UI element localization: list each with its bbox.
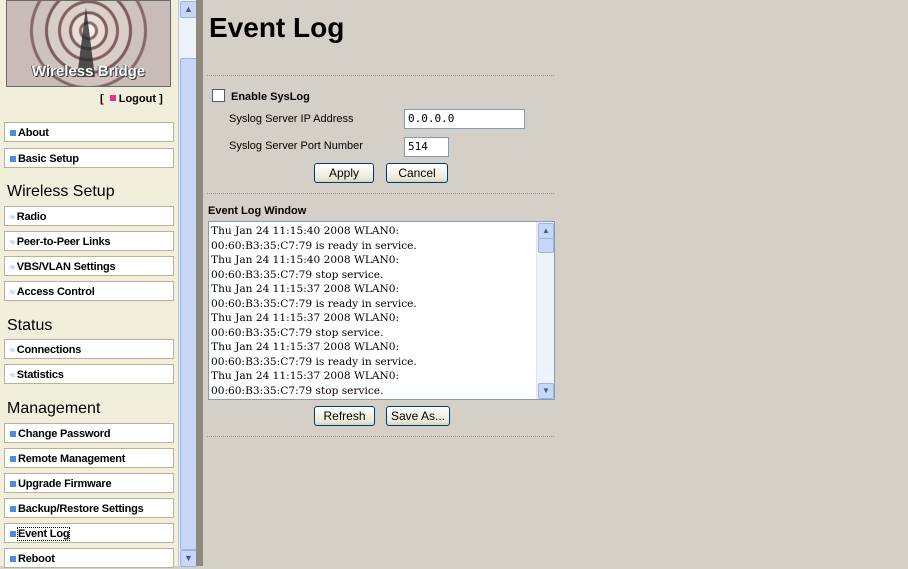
sidebar-item-label: Reboot [18, 553, 55, 565]
scroll-down-arrow-icon[interactable]: ▼ [538, 383, 554, 399]
wireless-signal-icon: ≈ [10, 237, 15, 247]
wireless-signal-icon: ≈ [10, 287, 15, 297]
wireless-signal-icon: ≈ [10, 345, 15, 355]
divider [207, 436, 554, 437]
logout-bullet-icon [109, 95, 116, 101]
logout-bracket-close: ] [159, 93, 163, 105]
event-log-line: Thu Jan 24 11:15:37 2008 WLAN0: [211, 341, 400, 353]
logout-label[interactable]: Logout [119, 93, 156, 105]
frame-divider[interactable] [196, 0, 203, 566]
event-log-line: Thu Jan 24 11:15:40 2008 WLAN0: [211, 225, 400, 237]
sidebar-item-access-control[interactable]: ≈ Access Control [4, 281, 174, 301]
divider [207, 75, 554, 76]
syslog-port-input[interactable]: 514 [404, 137, 449, 157]
event-log-scroll-thumb[interactable] [538, 238, 554, 253]
sidebar-item-about[interactable]: About [4, 122, 174, 142]
sidebar-item-basic-setup[interactable]: Basic Setup [4, 148, 174, 168]
sidebar-item-label: Change Password [18, 428, 111, 440]
wireless-signal-icon: ≈ [10, 370, 15, 380]
wireless-bridge-logo: Wireless Bridge [6, 0, 171, 87]
syslog-ip-label: Syslog Server IP Address [229, 113, 354, 125]
sidebar-item-event-log[interactable]: Event Log [4, 523, 174, 543]
square-bullet-icon [10, 456, 16, 462]
sidebar-item-backup-restore-settings[interactable]: Backup/Restore Settings [4, 498, 174, 518]
square-bullet-icon [10, 556, 16, 562]
enable-syslog-row: Enable SysLog [212, 89, 310, 103]
sidebar-scroll-thumb[interactable] [180, 58, 197, 550]
divider [207, 193, 554, 194]
event-log-line: 00:60:B3:35:C7:79 is ready in service. [211, 355, 417, 368]
sidebar-item-label: Connections [16, 344, 82, 356]
sidebar-item-reboot[interactable]: Reboot [4, 548, 174, 568]
sidebar-item-label: Remote Management [18, 453, 126, 465]
sidebar-item-label: Radio [16, 211, 47, 223]
page-title: Event Log [209, 12, 345, 43]
event-log-line: 00:60:B3:35:C7:79 stop service. [211, 384, 384, 397]
logout-link[interactable]: [ Logout ] [100, 93, 163, 105]
logout-bracket-open: [ [100, 93, 104, 105]
wireless-signal-icon: ≈ [10, 262, 15, 272]
sidebar-item-label: VBS/VLAN Settings [16, 261, 116, 273]
event-log-line: Thu Jan 24 11:15:37 2008 WLAN0: [211, 312, 400, 324]
sidebar-item-label: Backup/Restore Settings [18, 503, 144, 515]
event-log-line: Thu Jan 24 11:15:37 2008 WLAN0: [211, 283, 400, 295]
square-bullet-icon [10, 156, 16, 162]
square-bullet-icon [10, 481, 16, 487]
square-bullet-icon [10, 531, 16, 537]
event-log-line: Thu Jan 24 11:15:40 2008 WLAN0: [211, 254, 400, 266]
section-title-management: Management [7, 400, 101, 417]
sidebar-item-label: Upgrade Firmware [18, 478, 112, 490]
sidebar-item-radio[interactable]: ≈ Radio [4, 206, 174, 226]
section-title-status: Status [7, 317, 53, 334]
sidebar-item-upgrade-firmware[interactable]: Upgrade Firmware [4, 473, 174, 493]
sidebar-scrollbar[interactable]: ▲ ▼ [178, 0, 197, 567]
sidebar-item-label: Peer-to-Peer Links [16, 236, 111, 248]
sidebar-item-vbs-vlan-settings[interactable]: ≈ VBS/VLAN Settings [4, 256, 174, 276]
event-log-line: 00:60:B3:35:C7:79 is ready in service. [211, 239, 417, 252]
event-log-window-title: Event Log Window [208, 205, 307, 217]
event-log-line: 00:60:B3:35:C7:79 stop service. [211, 326, 384, 339]
scroll-up-arrow-icon[interactable]: ▲ [538, 223, 554, 239]
sidebar-item-statistics[interactable]: ≈ Statistics [4, 364, 174, 384]
sidebar-item-label: Basic Setup [18, 153, 79, 165]
refresh-button[interactable]: Refresh [314, 406, 375, 426]
save-as-button[interactable]: Save As... [386, 406, 450, 426]
scroll-down-arrow-icon[interactable]: ▼ [180, 550, 197, 567]
sidebar-item-connections[interactable]: ≈ Connections [4, 339, 174, 359]
square-bullet-icon [10, 431, 16, 437]
event-log-text: Thu Jan 24 11:15:40 2008 WLAN0: 00:60:B3:… [211, 224, 536, 398]
sidebar: Wireless Bridge [ Logout ] About Basic S… [0, 0, 179, 568]
enable-syslog-checkbox[interactable] [212, 89, 225, 102]
syslog-port-label: Syslog Server Port Number [229, 140, 363, 152]
event-log-line: 00:60:B3:35:C7:79 stop service. [211, 268, 384, 281]
sidebar-item-change-password[interactable]: Change Password [4, 423, 174, 443]
sidebar-item-label: Access Control [16, 286, 95, 298]
cancel-button[interactable]: Cancel [386, 163, 448, 183]
sidebar-item-peer-to-peer-links[interactable]: ≈ Peer-to-Peer Links [4, 231, 174, 251]
event-log-line: Thu Jan 24 11:15:37 2008 WLAN0: [211, 370, 400, 382]
square-bullet-icon [10, 130, 16, 136]
event-log-textarea[interactable]: Thu Jan 24 11:15:40 2008 WLAN0: 00:60:B3:… [208, 221, 555, 400]
enable-syslog-label: Enable SysLog [231, 91, 310, 103]
sidebar-item-label: Event Log [16, 527, 71, 541]
square-bullet-icon [10, 506, 16, 512]
event-log-line: 00:60:B3:35:C7:79 is ready in service. [211, 297, 417, 310]
apply-button[interactable]: Apply [314, 163, 374, 183]
logo-text: Wireless Bridge [31, 63, 146, 80]
event-log-scrollbar[interactable]: ▲ ▼ [536, 222, 554, 399]
scroll-up-arrow-icon[interactable]: ▲ [180, 1, 197, 18]
section-title-wireless-setup: Wireless Setup [7, 183, 115, 200]
sidebar-item-label: Statistics [16, 369, 64, 381]
wireless-signal-icon: ≈ [10, 212, 15, 222]
syslog-ip-input[interactable]: 0.0.0.0 [404, 109, 525, 129]
sidebar-item-label: About [18, 127, 49, 139]
sidebar-item-remote-management[interactable]: Remote Management [4, 448, 174, 468]
